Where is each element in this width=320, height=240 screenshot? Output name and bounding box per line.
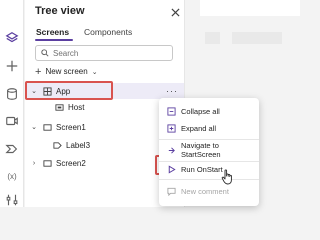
menu-item-label: New comment [181,186,229,196]
collapse-icon [167,106,176,116]
menu-item-label: Navigate to StartScreen [181,141,221,159]
plus-icon: + [35,65,42,78]
panel-title: Tree view [35,5,85,17]
host-icon [54,103,64,112]
menu-divider [159,179,259,180]
canvas-placeholder-block [232,32,282,44]
power-automate-icon[interactable] [4,141,20,157]
media-icon[interactable] [4,113,20,129]
chevron-down-icon[interactable]: ⌄ [30,123,38,131]
label-control-icon [52,141,62,150]
context-menu: Collapse all Expand all Navigate to Star… [159,98,259,206]
screen-icon [42,159,52,168]
navigate-arrow-icon [167,146,176,155]
menu-item-label: Collapse all [181,106,220,116]
data-database-icon[interactable] [4,86,20,102]
variables-icon[interactable]: (x) [4,168,20,184]
tree-item-label: Label3 [66,140,91,150]
menu-item-expand-all[interactable]: Expand all [159,120,259,136]
new-screen-label: New screen [45,67,88,76]
menu-item-new-comment[interactable]: New comment [159,183,259,199]
expand-icon [167,123,176,133]
comment-icon [167,187,176,196]
left-rail: (x) [0,0,24,207]
search-input[interactable] [53,48,163,58]
play-icon [167,164,176,174]
menu-item-label: Run OnStart [181,164,223,174]
search-icon [41,49,49,57]
tab-screens[interactable]: Screens [36,27,69,37]
canvas-placeholder-block [205,32,220,44]
menu-item-navigate-to-startscreen[interactable]: Navigate to StartScreen [159,141,259,159]
search-box[interactable] [35,45,173,61]
close-icon[interactable] [171,4,183,17]
tree-item-label: Host [68,102,85,112]
more-options-icon[interactable]: ··· [166,86,178,96]
menu-item-collapse-all[interactable]: Collapse all [159,103,259,119]
insert-plus-icon[interactable] [4,58,20,74]
hand-cursor-icon [221,169,232,185]
menu-item-run-onstart[interactable]: Run OnStart [159,161,259,177]
selected-tab-indicator [35,39,73,41]
chevron-down-icon: ⌄ [91,68,98,76]
tree-item-label: Screen2 [56,158,86,168]
tab-components[interactable]: Components [84,27,132,37]
menu-item-label: Expand all [181,123,217,133]
tree-item-label: Screen1 [56,122,86,132]
advanced-tools-icon[interactable] [4,192,20,208]
screen-icon [42,123,52,132]
highlight-box-app [25,81,113,100]
menu-divider [159,139,259,140]
tree-view-layers-icon[interactable] [4,30,20,46]
canvas-top-bar [200,0,300,16]
new-screen-button[interactable]: + New screen ⌄ [35,65,98,78]
chevron-right-icon[interactable]: › [30,160,38,167]
